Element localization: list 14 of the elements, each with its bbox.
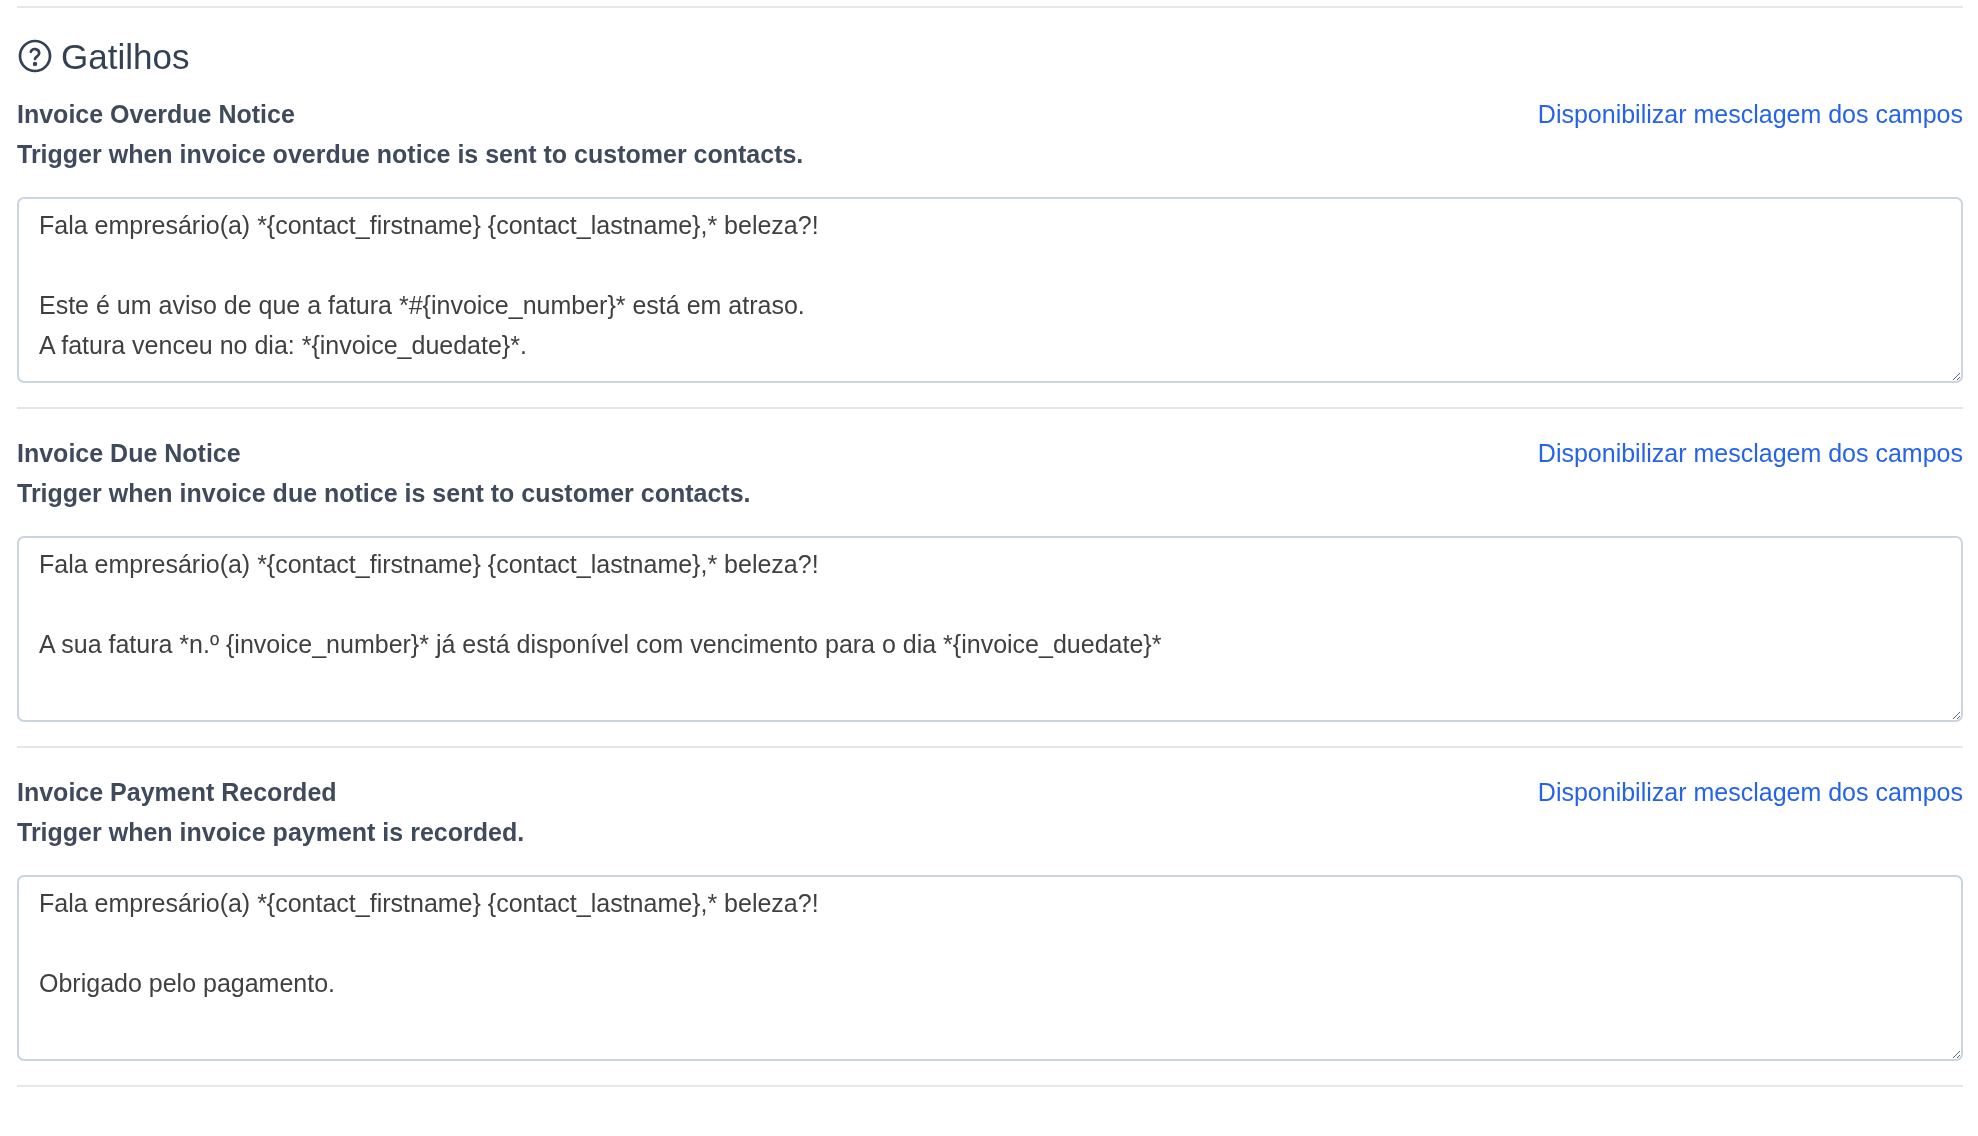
trigger-description: Trigger when invoice due notice is sent to customer contacts. [17,477,751,509]
message-field[interactable]: Fala empresário(a) *{contact_firstname} {contact_lastname},* beleza?! A sua fatura *n.º {invoice_number}* já está disponível com vencimento para o dia *{invoice_duedate}* [17,536,1963,722]
section-title: Gatilhos [61,38,190,74]
message-field[interactable]: Fala empresário(a) *{contact_firstname} {contact_lastname},* beleza?! Este é um aviso de que a fatura *#{invoice_number}* está em atraso. A fatura venceu no dia: *{invoice_duedate}*. [17,197,1963,383]
help-icon [17,38,53,74]
merge-fields-link[interactable]: Disponibilizar mesclagem dos campos [1537,435,1963,473]
message-field[interactable]: Fala empresário(a) *{contact_firstname} {contact_lastname},* beleza?! Obrigado pelo pagamento. [17,875,1963,1061]
trigger-name: Invoice Overdue Notice [17,99,296,130]
trigger-description: Trigger when invoice overdue notice is sent to customer contacts. [17,138,804,170]
trigger-description: Trigger when invoice payment is recorded. [17,816,525,848]
trigger-name: Invoice Due Notice [17,438,242,469]
merge-fields-link[interactable]: Disponibilizar mesclagem dos campos [1537,96,1963,134]
merge-fields-link[interactable]: Disponibilizar mesclagem dos campos [1537,774,1963,812]
trigger-name: Invoice Payment Recorded [17,777,338,808]
